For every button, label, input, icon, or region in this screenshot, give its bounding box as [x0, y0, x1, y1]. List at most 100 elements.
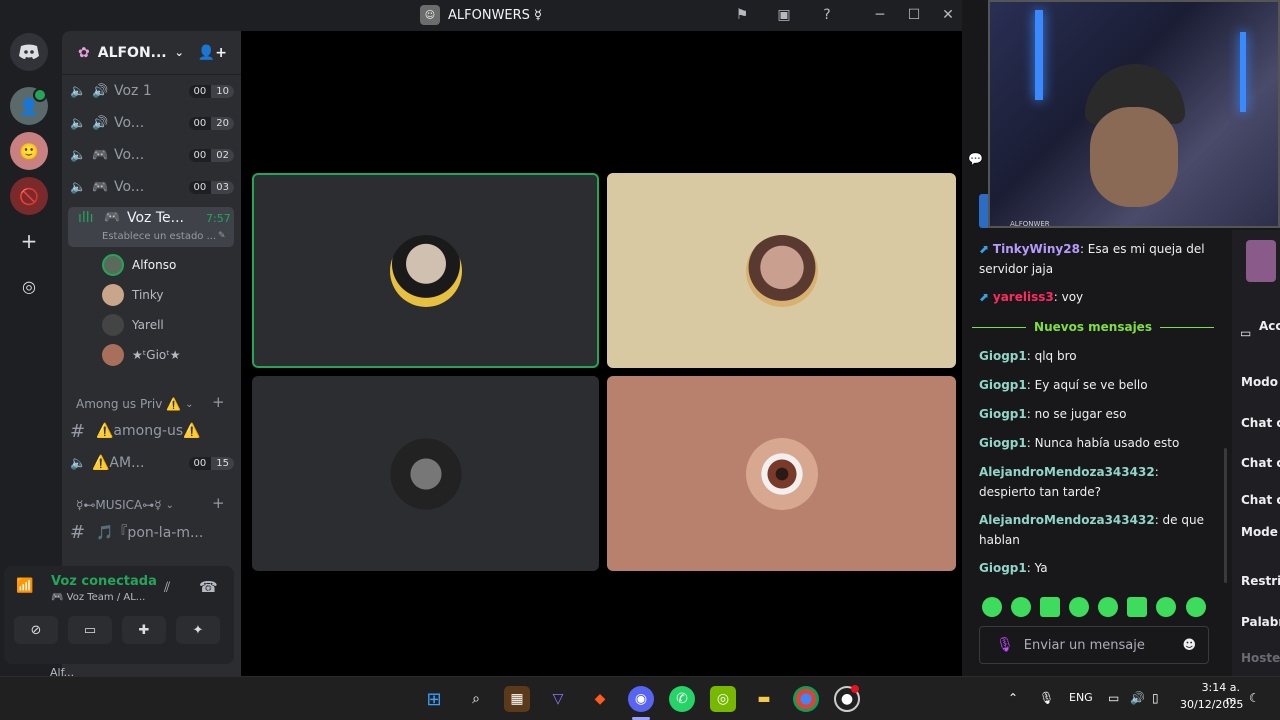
emoji-icon[interactable]: ☻ — [1182, 638, 1196, 653]
chat-username[interactable]: Giogp1 — [979, 378, 1027, 392]
minecraft-icon[interactable]: ▦ — [504, 686, 530, 712]
flag-icon[interactable]: ⚑ — [729, 4, 755, 26]
participant-tile[interactable] — [252, 173, 599, 368]
voice-status[interactable]: Voz conectada — [51, 574, 157, 589]
status-prompt[interactable]: Establece un estado ... — [102, 231, 216, 242]
settings-item[interactable]: Chat c — [1241, 416, 1280, 430]
avatar — [102, 284, 124, 306]
chat-username[interactable]: AlejandroMendoza343432 — [979, 465, 1155, 479]
settings-item[interactable]: Chat c — [1241, 456, 1280, 470]
emote-icon[interactable] — [1098, 597, 1118, 617]
face — [1090, 107, 1178, 207]
folder-icon[interactable]: ▬ — [751, 686, 777, 712]
microphone-tray-icon[interactable]: 🎙 — [1039, 691, 1054, 705]
explore-icon[interactable]: ◎ — [10, 267, 48, 305]
participant-tile[interactable] — [607, 376, 956, 571]
nvidia-icon[interactable]: ◎ — [710, 686, 736, 712]
chat-username[interactable]: Giogp1 — [979, 561, 1027, 575]
voice-channel-item[interactable]: 🔈 🎮 Vo... 00 03 — [70, 173, 234, 201]
hash-icon: # — [70, 420, 86, 442]
clock-date[interactable]: 30/12/2025 — [1180, 698, 1243, 711]
emote-icon[interactable] — [1127, 597, 1147, 617]
microphone-icon[interactable]: 🎙 — [996, 637, 1014, 653]
search-icon[interactable]: ⌕ — [463, 686, 489, 712]
add-channel-icon[interactable]: + — [212, 393, 225, 411]
language-indicator[interactable]: ENG — [1069, 691, 1093, 704]
emote-icon[interactable] — [1011, 597, 1031, 617]
brave-icon[interactable]: ◆ — [587, 686, 613, 712]
voice-channel-item[interactable]: 🔈 🎮 Vo... 00 02 — [70, 141, 234, 169]
emote-icon[interactable] — [1186, 597, 1206, 617]
settings-item[interactable]: Modo — [1241, 375, 1278, 389]
voice-member[interactable]: Alfonso — [102, 252, 176, 278]
server-icon-2[interactable]: 🙂 — [10, 132, 48, 170]
chat-username[interactable]: yareliss3 — [993, 290, 1054, 304]
voice-member[interactable]: ★ᵗGioᵗ★ — [102, 342, 181, 368]
settings-item[interactable]: Hoste — [1241, 651, 1280, 665]
signal-icon[interactable]: 📶 — [16, 578, 33, 594]
active-voice-channel[interactable]: ıllı 🎮 Voz Te... 7:57 Establece un estad… — [68, 207, 234, 247]
chat-username[interactable]: Giogp1 — [979, 436, 1027, 450]
chat-username[interactable]: AlejandroMendoza343432 — [979, 513, 1155, 527]
emote-icon[interactable] — [982, 597, 1002, 617]
voice-member[interactable]: Yarell — [102, 312, 164, 338]
text-channel-item[interactable]: # ⚠️among-us⚠️ — [70, 417, 234, 445]
chat-username[interactable]: Giogp1 — [979, 407, 1027, 421]
speaker-icon: 🔈 — [70, 147, 87, 163]
vpn-icon[interactable]: ▽ — [545, 686, 571, 712]
voice-channel-item[interactable]: 🔈 ⚠️AM... 00 15 — [70, 449, 234, 477]
volume-icon[interactable]: 🔊 — [1130, 691, 1145, 705]
add-channel-icon[interactable]: + — [212, 494, 225, 512]
server-header[interactable]: ✿ ALFON... ⌄ 👤+ — [62, 31, 241, 75]
server-icon-3[interactable]: 🚫 — [10, 177, 48, 215]
voice-channel-item[interactable]: 🔈 🔊 Vo... 00 20 — [70, 109, 234, 137]
pencil-icon[interactable]: ✎ — [218, 231, 226, 241]
disconnect-icon[interactable]: ☎ — [199, 578, 218, 596]
webcam-overlay: ALFONWER — [988, 0, 1280, 228]
discord-taskbar-icon[interactable]: ◉ — [628, 686, 654, 712]
windows-start-icon[interactable]: ⊞ — [421, 686, 447, 712]
chat-input[interactable]: 🎙 Enviar un mensaje ☻ — [979, 626, 1209, 664]
participant-tile[interactable] — [607, 173, 956, 368]
chevron-up-icon[interactable]: ⌃ — [1008, 691, 1018, 705]
category-header[interactable]: ☿⊷MUSICA⊶☿ ⌄ — [76, 495, 174, 515]
activities-button[interactable]: ✚ — [122, 616, 166, 644]
add-server-icon[interactable]: + — [10, 222, 48, 260]
moon-icon[interactable]: ☾ — [1249, 691, 1260, 705]
settings-item[interactable]: Acc car — [1259, 320, 1280, 333]
chrome-icon[interactable] — [793, 686, 819, 712]
voice-channel-link[interactable]: 🎮 Voz Team / AL... — [51, 592, 145, 603]
invite-icon[interactable]: 👤+ — [198, 45, 227, 61]
whatsapp-icon[interactable]: ✆ — [669, 686, 695, 712]
text-channel-item[interactable]: # 🎵『pon-la-m... — [70, 518, 234, 546]
minimize-button[interactable]: ─ — [867, 4, 893, 26]
participant-tile[interactable] — [252, 376, 599, 571]
settings-item[interactable]: Mode con IA — [1241, 526, 1280, 539]
server-name: ALFON... — [97, 44, 167, 61]
battery-icon[interactable]: ▯ — [1152, 691, 1159, 705]
screen-share-button[interactable]: ▭ — [68, 616, 112, 644]
settings-item[interactable]: Restri — [1241, 574, 1280, 588]
voice-channel-item[interactable]: 🔈 🔊 Voz 1 00 10 — [70, 77, 234, 105]
voice-member[interactable]: Tinky — [102, 282, 164, 308]
chat-username[interactable]: Giogp1 — [979, 349, 1027, 363]
network-icon[interactable]: ▭ — [1108, 691, 1119, 705]
camera-button[interactable]: ⊘ — [14, 616, 58, 644]
soundboard-button[interactable]: ✦ — [176, 616, 220, 644]
emote-icon[interactable] — [1156, 597, 1176, 617]
noise-suppression-icon[interactable]: ⫽ — [164, 580, 170, 596]
category-header[interactable]: Among us Priv ⚠️ ⌄ — [76, 394, 194, 414]
inbox-icon[interactable]: ▣ — [771, 4, 797, 26]
emote-icon[interactable] — [1040, 597, 1060, 617]
emote-icon[interactable] — [1069, 597, 1089, 617]
gamepad-icon: 🎮 — [104, 210, 121, 225]
discord-icon[interactable] — [10, 33, 48, 71]
settings-item[interactable]: Chat c — [1241, 493, 1280, 507]
settings-item[interactable]: Palabr — [1241, 615, 1280, 629]
channel-name: Voz Te... — [127, 210, 184, 226]
close-button[interactable]: ✕ — [935, 4, 961, 26]
chat-username[interactable]: TinkyWiny28 — [993, 242, 1080, 256]
help-icon[interactable]: ? — [814, 4, 840, 26]
maximize-button[interactable]: ☐ — [901, 4, 927, 26]
chat-scrollbar[interactable] — [1224, 448, 1227, 583]
